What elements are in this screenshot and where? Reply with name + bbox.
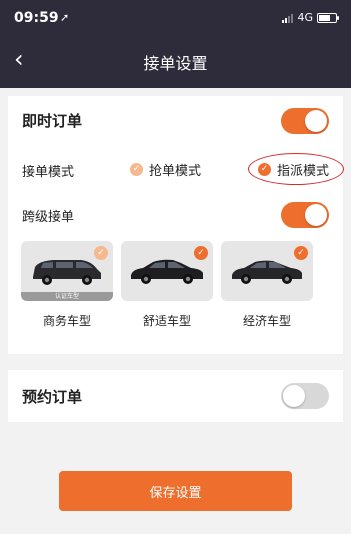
instant-order-card: 即时订单 接单模式 ✓ 抢单模式 ✓ 指派模式 跨级接单 ✓ 认证车型 ✓ ✓ … [8, 96, 344, 354]
car-tile-comfort[interactable]: ✓ [121, 241, 213, 301]
reserve-order-title: 预约订单 [22, 388, 83, 406]
cross-level-label: 跨级接单 [22, 210, 75, 225]
instant-order-toggle[interactable] [281, 108, 329, 134]
cross-level-toggle[interactable] [281, 202, 329, 228]
sedan-car-icon [131, 259, 203, 284]
grab-mode-radio[interactable]: ✓ 抢单模式 [130, 160, 201, 179]
network-label: 4G [297, 11, 313, 24]
instant-order-title: 即时订单 [22, 112, 83, 130]
status-indicators: 4G [282, 11, 339, 24]
grab-mode-label: 抢单模式 [149, 164, 202, 179]
top-bar: 09:59 ➚ 4G ‹ 接单设置 [0, 0, 351, 88]
car-tile-business[interactable]: ✓ 认证车型 [21, 241, 113, 301]
car-tile-economy[interactable]: ✓ [221, 241, 313, 301]
reserve-order-toggle[interactable] [281, 383, 329, 409]
page-title: 接单设置 [143, 54, 208, 73]
mode-label: 接单模式 [22, 165, 75, 180]
car-label-comfort: 舒适车型 [142, 314, 191, 328]
location-arrow-icon: ➚ [60, 11, 70, 24]
battery-icon [317, 12, 339, 23]
status-time: 09:59 [14, 10, 59, 26]
annotation-ellipse [248, 153, 344, 185]
car-label-economy: 经济车型 [242, 314, 291, 328]
check-icon: ✓ [130, 163, 143, 176]
check-icon: ✓ [194, 246, 208, 260]
reserve-order-card: 预约订单 [8, 370, 343, 422]
check-icon: ✓ [294, 246, 308, 260]
compact-car-icon [232, 260, 302, 284]
mpv-car-icon [33, 260, 101, 285]
certified-badge: 认证车型 [21, 292, 113, 301]
check-icon: ✓ [94, 246, 108, 260]
save-button[interactable]: 保存设置 [59, 471, 292, 511]
signal-icon [282, 13, 294, 23]
car-label-business: 商务车型 [42, 314, 91, 328]
